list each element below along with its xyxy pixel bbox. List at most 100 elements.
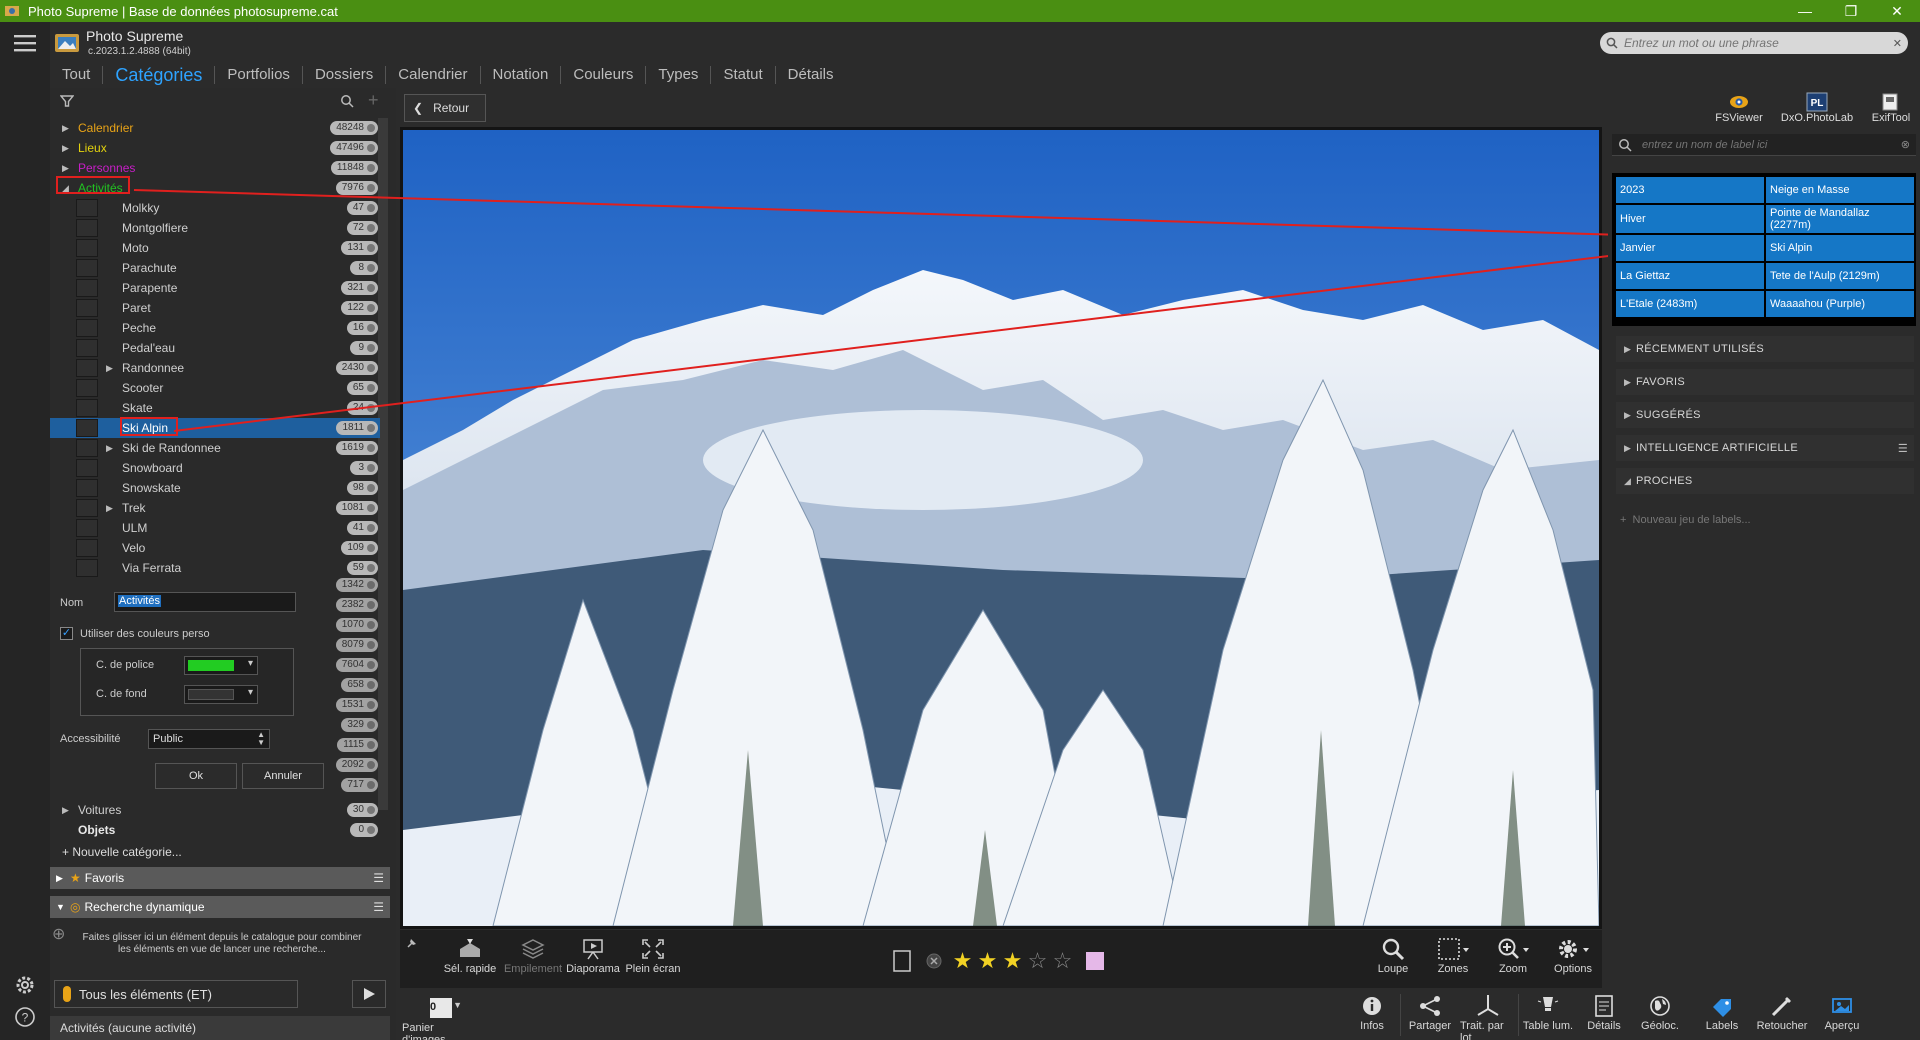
share-icon xyxy=(1420,996,1440,1016)
right-section-4[interactable]: ◢ PROCHES xyxy=(1616,468,1914,494)
dxo-pl-icon: PL xyxy=(1806,92,1828,112)
tool-info[interactable]: Infos xyxy=(1344,992,1400,1032)
label-chip[interactable]: L'Etale (2483m) xyxy=(1616,291,1764,317)
expand-arrow-icon: ▶ xyxy=(1624,376,1632,387)
clear-label-search-icon[interactable]: ⊗ xyxy=(1901,138,1910,151)
label-chip[interactable]: La Giettaz xyxy=(1616,263,1764,289)
label-chip[interactable]: Hiver xyxy=(1616,205,1764,233)
tool-label: Retoucher xyxy=(1756,1020,1808,1032)
basket-count: 0 xyxy=(430,1001,437,1013)
right-section-1[interactable]: ▶ FAVORIS xyxy=(1616,369,1914,395)
retouch-brush-icon xyxy=(1771,997,1791,1017)
zoom-button[interactable]: Zoom xyxy=(1485,935,1541,975)
options-button[interactable]: Options xyxy=(1545,935,1601,975)
assigned-labels-grid: 2023 Neige en Masse Hiver Pointe de Mandall… xyxy=(1612,173,1916,326)
zoom-in-icon xyxy=(1498,938,1529,959)
right-section-title: FAVORIS xyxy=(1636,376,1685,388)
tool-label: Géoloc. xyxy=(1641,1020,1679,1032)
exiftool-button[interactable]: ExifTool xyxy=(1866,92,1916,124)
tool-retouch-brush[interactable]: Retoucher xyxy=(1754,992,1810,1032)
right-section-0[interactable]: ▶ RÉCEMMENT UTILISÉS xyxy=(1616,336,1914,362)
loupe-label: Loupe xyxy=(1377,963,1409,975)
options-label: Options xyxy=(1554,963,1592,975)
tool-label-tag[interactable]: Labels xyxy=(1694,992,1750,1032)
star-filled-icon[interactable]: ★ xyxy=(975,948,1000,973)
separator xyxy=(1518,994,1519,1036)
right-section-title: SUGGÉRÉS xyxy=(1636,409,1701,421)
details-icon xyxy=(1595,995,1613,1017)
tool-light-table[interactable]: Table lum. xyxy=(1520,992,1576,1032)
label-search-input[interactable] xyxy=(1634,138,1901,151)
star-empty-icon[interactable]: ☆ xyxy=(1025,948,1050,973)
new-label-set-label: Nouveau jeu de labels... xyxy=(1632,514,1751,526)
star-empty-icon[interactable]: ☆ xyxy=(1050,948,1075,973)
dxo-photolab-button[interactable]: PL DxO.PhotoLab xyxy=(1776,92,1858,124)
fsviewer-button[interactable]: FSViewer xyxy=(1712,92,1766,124)
label-chip[interactable]: Tete de l'Aulp (2129m) xyxy=(1766,263,1914,289)
quick-select-icon xyxy=(460,939,480,957)
tool-share[interactable]: Partager xyxy=(1402,992,1458,1032)
exiftool-camera-icon xyxy=(1882,93,1898,111)
right-section-title: INTELLIGENCE ARTIFICIELLE xyxy=(1636,442,1798,454)
tool-details[interactable]: Détails xyxy=(1576,992,1632,1032)
new-label-set-link[interactable]: + Nouveau jeu de labels... xyxy=(1620,514,1751,526)
fullscreen-icon xyxy=(642,939,664,959)
expand-arrow-icon: ▶ xyxy=(1624,343,1632,354)
reject-icon[interactable] xyxy=(926,953,942,969)
quick-select-label: Sél. rapide xyxy=(443,963,497,975)
basket-label: Panier d'images xyxy=(402,1022,446,1040)
image-basket[interactable]: 0 ▼ Panier d'images xyxy=(402,994,480,1040)
tool-label: Détails xyxy=(1587,1020,1621,1032)
quick-select-button[interactable]: Sél. rapide xyxy=(440,935,500,975)
label-chip[interactable]: Neige en Masse xyxy=(1766,177,1914,203)
slideshow-icon xyxy=(583,939,603,960)
color-label-swatch[interactable] xyxy=(1086,952,1104,970)
info-icon xyxy=(1363,997,1381,1015)
zones-dotted-rect-icon xyxy=(1438,938,1469,960)
expand-arrow-icon: ▶ xyxy=(1624,442,1632,453)
right-section-title: RÉCEMMENT UTILISÉS xyxy=(1636,343,1765,355)
zones-button[interactable]: Zones xyxy=(1425,935,1481,975)
label-search-icon xyxy=(1619,138,1632,152)
label-chip[interactable]: Waaaahou (Purple) xyxy=(1766,291,1914,317)
tool-label: Labels xyxy=(1705,1020,1739,1032)
tool-geolocation-globe[interactable]: Géoloc. xyxy=(1632,992,1688,1032)
label-chip[interactable]: 2023 xyxy=(1616,177,1764,203)
slideshow-button[interactable]: Diaporama xyxy=(563,935,623,975)
bookmark-icon[interactable] xyxy=(892,950,912,972)
zones-label: Zones xyxy=(1437,963,1469,975)
label-chip[interactable]: Pointe de Mandallaz (2277m) xyxy=(1766,205,1914,233)
stacking-button[interactable]: Empilement xyxy=(503,935,563,975)
separator xyxy=(1400,994,1401,1036)
preview-icon xyxy=(1832,998,1852,1013)
star-rating[interactable]: ★ ★ ★ ☆ ☆ xyxy=(950,948,1075,973)
menu-lines-icon[interactable]: ☰ xyxy=(1898,442,1908,455)
pin-icon[interactable] xyxy=(405,936,419,950)
panel-switcher: Infos Partager Trait. par lot Table lum. Dét… xyxy=(1344,990,1920,1040)
fsviewer-label: FSViewer xyxy=(1715,112,1763,124)
expand-arrow-icon: ▶ xyxy=(1624,409,1632,420)
star-filled-icon[interactable]: ★ xyxy=(950,948,975,973)
tool-batch[interactable]: Trait. par lot xyxy=(1460,992,1516,1040)
star-filled-icon[interactable]: ★ xyxy=(1000,948,1025,973)
zoom-label: Zoom xyxy=(1498,963,1528,975)
right-section-2[interactable]: ▶ SUGGÉRÉS xyxy=(1616,402,1914,428)
svg-text:PL: PL xyxy=(1811,98,1824,109)
geolocation-globe-icon xyxy=(1650,996,1670,1016)
fullscreen-button[interactable]: Plein écran xyxy=(623,935,683,975)
tool-label: Aperçu xyxy=(1824,1020,1860,1032)
fullscreen-label: Plein écran xyxy=(625,963,681,975)
label-chip[interactable]: Ski Alpin xyxy=(1766,235,1914,261)
loupe-button[interactable]: Loupe xyxy=(1365,935,1421,975)
right-section-3[interactable]: ▶ INTELLIGENCE ARTIFICIELLE ☰ xyxy=(1616,435,1914,461)
stacking-label: Empilement xyxy=(503,963,563,975)
label-search-box[interactable]: ⊗ xyxy=(1612,134,1916,156)
fsviewer-eye-icon xyxy=(1730,96,1748,108)
label-chip[interactable]: Janvier xyxy=(1616,235,1764,261)
tool-label: Table lum. xyxy=(1522,1020,1574,1032)
tool-preview[interactable]: Aperçu xyxy=(1814,992,1870,1032)
label-tag-icon xyxy=(1713,999,1731,1017)
light-table-icon xyxy=(1537,997,1559,1011)
dxo-photolab-label: DxO.PhotoLab xyxy=(1780,112,1854,124)
slideshow-label: Diaporama xyxy=(566,963,620,975)
